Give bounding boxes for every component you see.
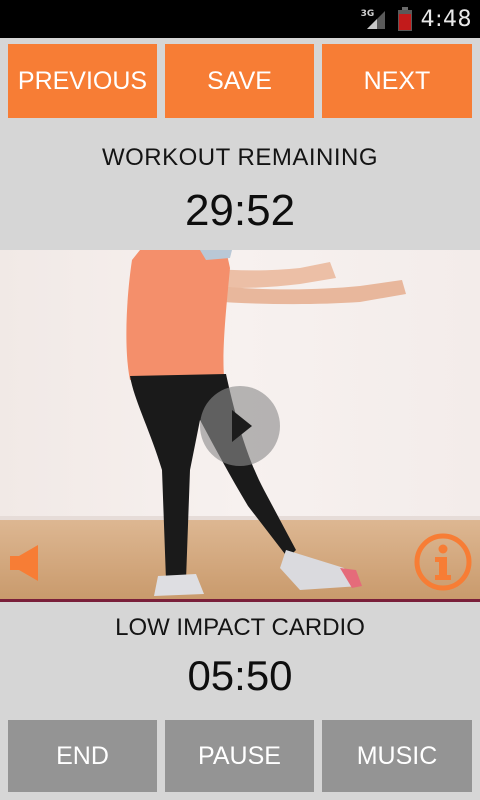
signal-icon <box>366 11 385 29</box>
status-bar: 3G 4:48 <box>0 0 480 38</box>
play-icon[interactable] <box>200 386 280 466</box>
speaker-icon[interactable] <box>10 543 42 583</box>
bottom-button-row: END PAUSE MUSIC <box>0 720 480 800</box>
workout-remaining-time: 29:52 <box>184 186 296 235</box>
save-button[interactable]: SAVE <box>165 44 314 118</box>
previous-button[interactable]: PREVIOUS <box>8 44 157 118</box>
signal-indicator: 3G <box>361 5 389 33</box>
workout-remaining-label: WORKOUT REMAINING <box>101 144 379 171</box>
exercise-name: LOW IMPACT CARDIO <box>115 614 365 641</box>
video-progress-line <box>0 599 480 602</box>
info-icon[interactable] <box>414 533 472 591</box>
top-button-row: PREVIOUS SAVE NEXT <box>0 44 480 120</box>
status-icons: 3G 4:48 <box>361 0 472 38</box>
battery-icon <box>397 7 412 31</box>
status-clock: 4:48 <box>420 6 472 32</box>
exercise-time: 05:50 <box>187 652 293 699</box>
music-button[interactable]: MUSIC <box>322 720 472 792</box>
end-button[interactable]: END <box>8 720 157 792</box>
next-button[interactable]: NEXT <box>322 44 472 118</box>
pause-button[interactable]: PAUSE <box>165 720 314 792</box>
